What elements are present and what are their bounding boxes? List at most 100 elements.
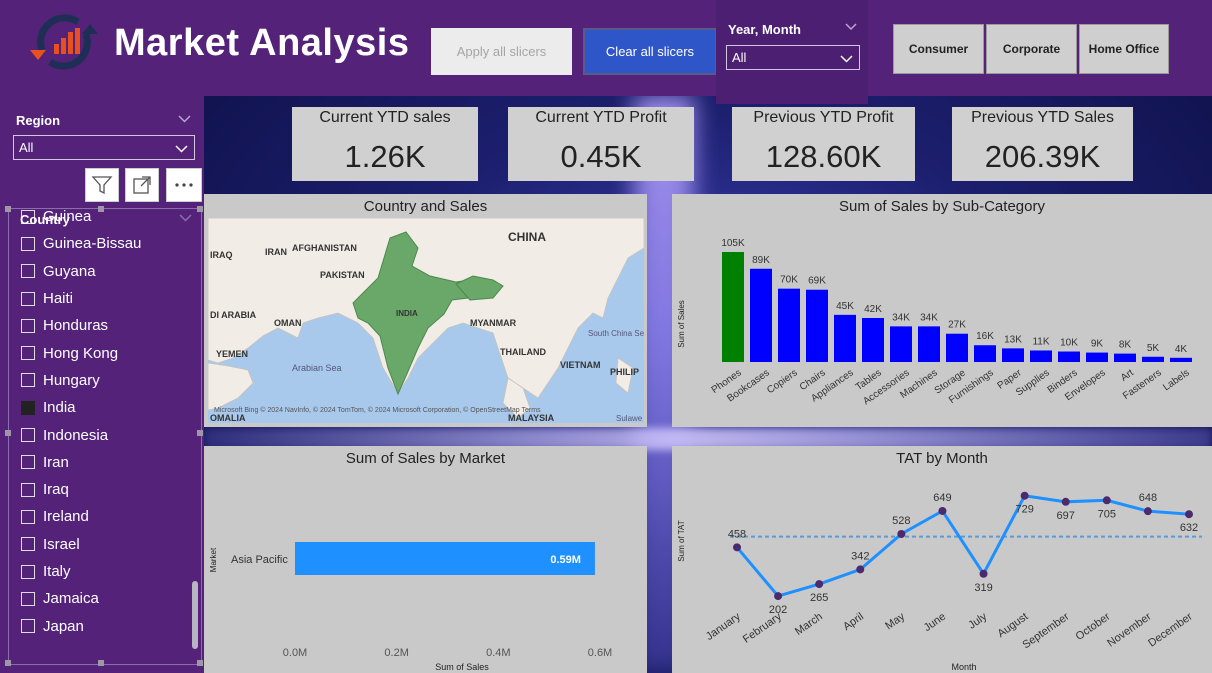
country-item[interactable]: Guinea-Bissau (21, 230, 191, 257)
map-label: OMAN (274, 318, 302, 328)
y-axis-label: Market (209, 547, 218, 572)
checkbox[interactable] (21, 537, 35, 552)
filter-sidebar: Region All Country Guinea Guinea-Bissau … (0, 96, 204, 673)
country-name: Hong Kong (43, 344, 119, 362)
page-title: Market Analysis (114, 22, 410, 64)
resize-handle[interactable] (5, 660, 11, 666)
data-label: 16K (976, 331, 994, 342)
checkbox[interactable] (21, 564, 35, 579)
checkbox[interactable] (21, 619, 35, 634)
x-tick-label: May (883, 610, 907, 632)
country-item[interactable]: Hungary (21, 367, 191, 394)
country-item[interactable]: Japan (21, 612, 191, 639)
country-name: Guinea-Bissau (43, 235, 142, 253)
country-name: Iraq (43, 481, 69, 499)
checkbox[interactable] (21, 428, 35, 443)
category-label: Labels (1161, 367, 1191, 393)
map-title: Country and Sales (363, 198, 488, 215)
bar (918, 326, 940, 362)
resize-handle[interactable] (5, 206, 11, 212)
checkbox[interactable] (21, 291, 35, 306)
country-name: Iran (43, 453, 69, 471)
more-options-button[interactable] (166, 168, 202, 202)
tat-by-month-chart: Sum of TAT 458January202February265March3… (677, 491, 1202, 672)
bar (750, 268, 772, 362)
bar (946, 333, 968, 362)
data-point (1102, 496, 1111, 505)
country-item[interactable]: Indonesia (21, 421, 191, 448)
checkbox[interactable] (21, 236, 35, 251)
kpi-value: 206.39K (984, 139, 1101, 174)
data-point (1020, 491, 1029, 500)
scrollbar[interactable] (192, 581, 198, 649)
checkbox[interactable] (21, 455, 35, 470)
kpi-card-current-ytd-profit: Current YTD Profit 0.45K (508, 107, 694, 181)
data-point (1143, 507, 1152, 516)
country-item[interactable]: Ireland (21, 503, 191, 530)
bar (1142, 356, 1164, 362)
resize-handle[interactable] (5, 430, 11, 436)
map-label: AFGHANISTAN (292, 243, 357, 253)
chevron-down-icon[interactable] (179, 211, 192, 224)
x-tick-label: November (1105, 610, 1154, 649)
x-tick-label: March (793, 611, 825, 638)
map-panel: Country and Sales CHINA AFGHANISTAN IRAN… (204, 194, 647, 427)
country-item[interactable]: Hong Kong (21, 339, 191, 366)
segment-button-corporate[interactable]: Corporate (986, 24, 1077, 74)
checkbox[interactable] (21, 509, 35, 524)
map-label: IRAQ (210, 250, 233, 260)
chevron-down-icon (175, 145, 188, 153)
map-label: MALAYSIA (508, 413, 555, 423)
checkbox[interactable] (21, 318, 35, 333)
checkbox-checked[interactable] (21, 400, 35, 415)
country-item[interactable]: Iraq (21, 476, 191, 503)
country-item[interactable]: Haiti (21, 285, 191, 312)
map-label: THAILAND (500, 347, 546, 357)
checkbox[interactable] (21, 373, 35, 388)
x-tick-label: February (741, 610, 784, 645)
checkbox[interactable] (21, 346, 35, 361)
country-item[interactable]: Israel (21, 531, 191, 558)
segment-button-consumer[interactable]: Consumer (893, 24, 984, 74)
resize-handle[interactable] (197, 660, 203, 666)
kpi-value: 1.26K (344, 139, 426, 174)
resize-handle[interactable] (98, 206, 104, 212)
data-label: 13K (1004, 334, 1022, 345)
bar (890, 326, 912, 362)
filter-button[interactable] (85, 168, 119, 202)
region-label: Region (16, 113, 61, 128)
bar (974, 345, 996, 362)
map-label: YEMEN (216, 349, 248, 359)
map-label: VIETNAM (560, 360, 601, 370)
country-name: Italy (43, 563, 71, 580)
country-item[interactable]: Italy (21, 558, 191, 585)
data-point (733, 543, 741, 552)
resize-handle[interactable] (197, 430, 203, 436)
bar (1114, 353, 1136, 362)
checkbox[interactable] (21, 482, 35, 497)
country-name: Guyana (43, 262, 96, 280)
checkbox[interactable] (21, 264, 35, 279)
checkbox[interactable] (21, 591, 35, 606)
year-month-dropdown[interactable]: All (726, 45, 860, 70)
region-dropdown[interactable]: All (13, 135, 195, 160)
x-tick-label: 0.0M (283, 647, 307, 659)
resize-handle[interactable] (98, 660, 104, 666)
data-label: 45K (836, 301, 854, 312)
segment-button-home-office[interactable]: Home Office (1079, 24, 1169, 74)
apply-all-slicers-button[interactable]: Apply all slicers (431, 28, 572, 75)
chevron-down-icon[interactable] (178, 112, 191, 125)
kpi-label: Current YTD Profit (535, 109, 667, 126)
clear-all-slicers-button[interactable]: Clear all slicers (583, 28, 717, 75)
sales-by-subcategory-chart: Sum of Sales 105KPhones89KBookcases70KCo… (677, 238, 1192, 407)
country-item[interactable]: Honduras (21, 312, 191, 339)
data-label: 8K (1119, 340, 1132, 351)
resize-handle[interactable] (197, 206, 203, 212)
map-view[interactable]: CHINA AFGHANISTAN IRAN IRAQ PAKISTAN IND… (208, 218, 644, 423)
country-item[interactable]: Jamaica (21, 585, 191, 612)
focus-mode-button[interactable] (125, 168, 159, 202)
chevron-down-icon[interactable] (844, 20, 858, 34)
country-item[interactable]: Guyana (21, 258, 191, 285)
country-item-selected[interactable]: India (21, 394, 191, 421)
country-item[interactable]: Iran (21, 449, 191, 476)
